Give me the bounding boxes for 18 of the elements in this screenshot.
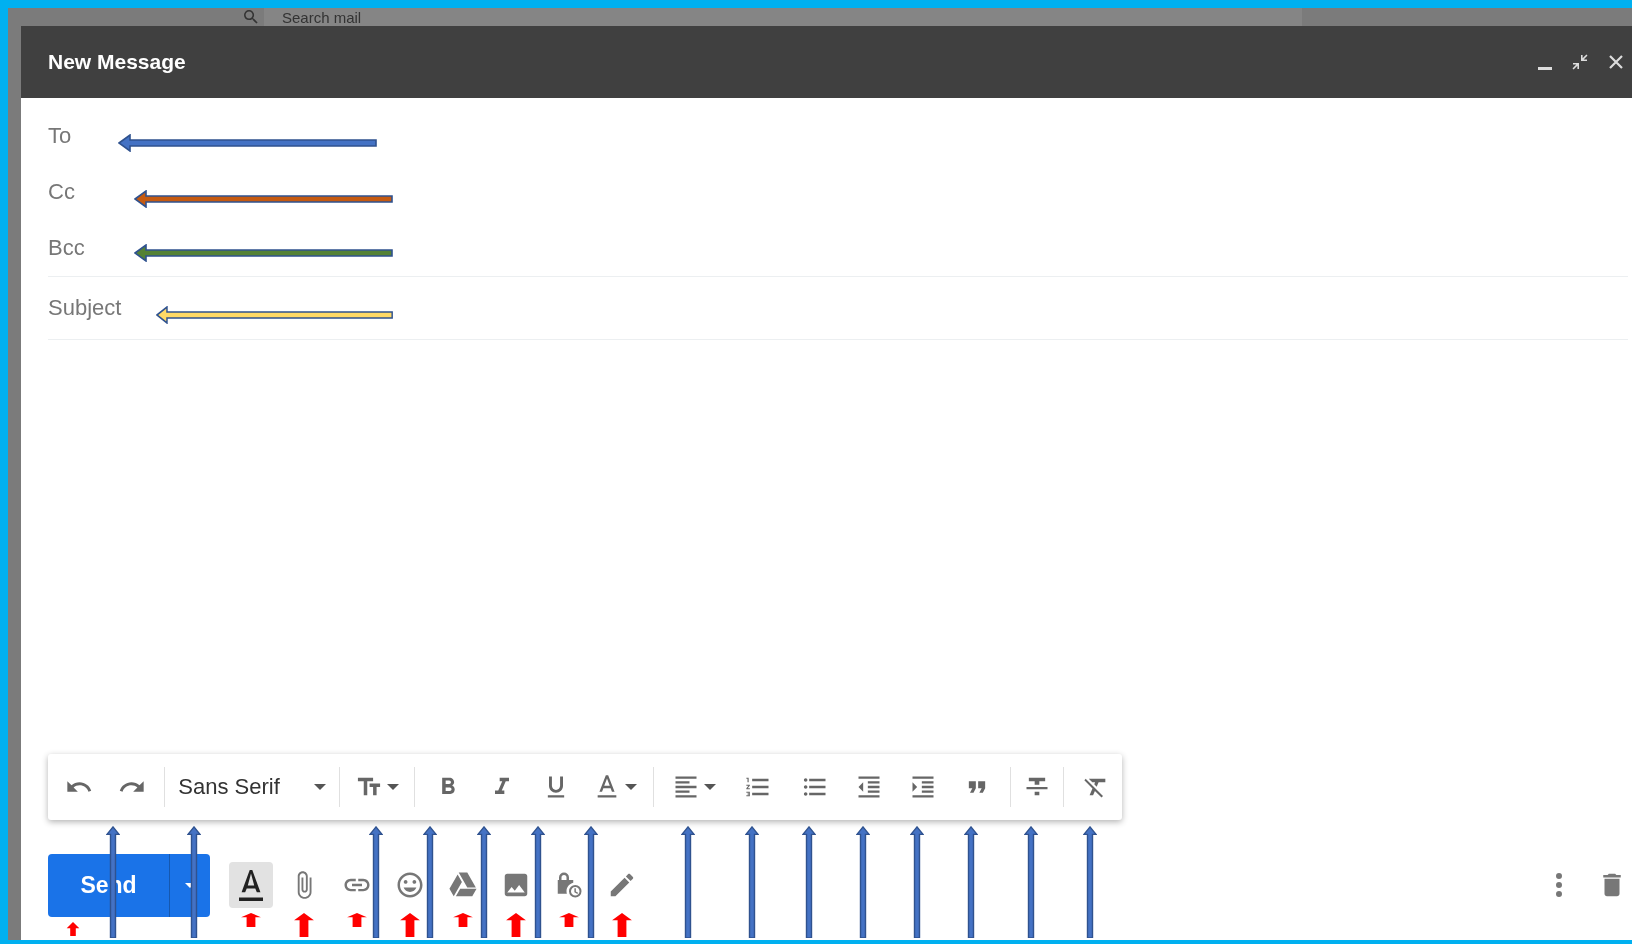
font-dropdown[interactable]: Sans Serif (171, 765, 333, 809)
caret-icon (704, 784, 716, 790)
text-format-icon (239, 869, 263, 901)
search-icon[interactable] (244, 10, 258, 24)
minimize-icon (1538, 67, 1552, 70)
field-label: Subject (48, 295, 122, 321)
smiley-icon (395, 870, 425, 900)
field-label: To (48, 123, 72, 149)
field-label: Cc (48, 179, 75, 205)
search-field[interactable]: Search mail (264, 8, 1302, 26)
caret-icon (387, 784, 399, 790)
collapse-arrows-icon (1572, 54, 1588, 70)
window-title: New Message (48, 50, 186, 74)
caret-icon (313, 784, 326, 790)
field-label: Bcc (48, 235, 85, 261)
caret-icon (625, 784, 637, 790)
close-icon (1608, 54, 1624, 70)
more-icon (1556, 873, 1562, 897)
